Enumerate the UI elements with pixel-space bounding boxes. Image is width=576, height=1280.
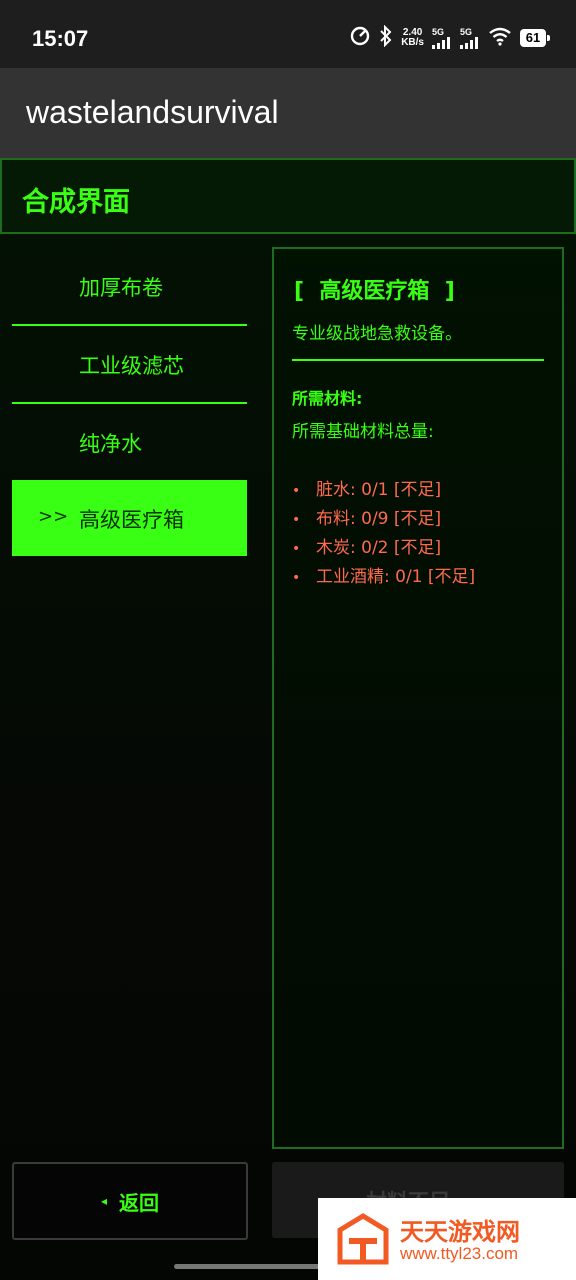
app-title: wastelandsurvival — [26, 94, 279, 130]
recipe-item-label: 纯净水 — [79, 432, 142, 456]
back-arrow-icon: ◂ — [100, 1194, 108, 1208]
recipe-item-industrial-filter[interactable]: 工业级滤芯 — [12, 326, 247, 402]
recipe-item-thick-cloth-roll[interactable]: 加厚布卷 — [12, 248, 247, 324]
bullet-icon: • — [292, 512, 301, 528]
app-bar: wastelandsurvival — [0, 68, 576, 158]
recipe-item-marker: >> — [38, 506, 69, 527]
watermark-title: 天天游戏网 — [400, 1218, 520, 1246]
bullet-icon: • — [292, 541, 301, 557]
material-text: 工业酒精: 0/1 [不足] — [316, 567, 476, 587]
bullet-icon: • — [292, 483, 301, 499]
detail-divider — [292, 359, 544, 361]
back-button-label: 返回 — [119, 1190, 160, 1215]
back-button-content: ◂ 返回 — [14, 1164, 246, 1238]
network-speed: 2.40 KB/s — [401, 28, 424, 48]
cell-signal-2-label: 5G — [460, 26, 473, 37]
recipe-item-label: 高级医疗箱 — [79, 508, 184, 532]
recipe-detail-title: [ 高级医疗箱 ] — [294, 279, 455, 304]
material-item: • 脏水: 0/1 [不足] — [292, 475, 475, 504]
material-text: 布料: 0/9 [不足] — [316, 509, 442, 529]
recipe-detail-description: 专业级战地急救设备。 — [292, 324, 462, 344]
data-saver-icon — [349, 25, 371, 51]
watermark-url: www.ttyl23.com — [400, 1244, 519, 1263]
wifi-icon — [488, 26, 512, 50]
cell-signal-1-icon — [432, 36, 450, 49]
recipe-detail-panel: [ 高级医疗箱 ] 专业级战地急救设备。 所需材料: 所需基础材料总量: • 脏水… — [272, 247, 564, 1149]
network-speed-unit: KB/s — [401, 37, 424, 48]
status-icons: 2.40 KB/s 5G 5G 61 — [349, 24, 550, 52]
cell-signal-1: 5G — [432, 26, 452, 49]
cell-signal-2-icon — [460, 36, 478, 49]
recipe-item-pure-water[interactable]: 纯净水 — [12, 404, 247, 480]
requirements-title: 所需材料: — [292, 389, 363, 408]
watermark: 天天游戏网 www.ttyl23.com — [318, 1198, 576, 1280]
material-text: 木炭: 0/2 [不足] — [316, 538, 442, 558]
crafting-screen: 合成界面 加厚布卷 工业级滤芯 纯净水 >> 高级医疗箱 [ 高级医疗箱 ] 专… — [0, 158, 576, 1280]
material-item: • 布料: 0/9 [不足] — [292, 504, 475, 533]
back-button[interactable]: ◂ 返回 — [12, 1162, 248, 1240]
page-title: 合成界面 — [22, 187, 130, 218]
recipe-item-advanced-medkit[interactable]: >> 高级医疗箱 — [12, 480, 247, 556]
cell-signal-2: 5G — [460, 26, 480, 49]
status-bar: 15:07 2.40 KB/s 5G 5G 61 — [0, 0, 576, 68]
status-time: 15:07 — [32, 26, 89, 51]
bullet-icon: • — [292, 570, 301, 586]
materials-list: • 脏水: 0/1 [不足] • 布料: 0/9 [不足] • 木炭: 0/2 [不足… — [292, 475, 475, 591]
requirements-subtitle: 所需基础材料总量: — [292, 422, 434, 442]
crafting-header: 合成界面 — [0, 158, 576, 234]
material-text: 脏水: 0/1 [不足] — [316, 480, 442, 500]
recipe-item-label: 工业级滤芯 — [79, 354, 184, 378]
watermark-logo-icon — [337, 1213, 389, 1265]
cell-signal-1-label: 5G — [432, 26, 445, 37]
recipe-list: 加厚布卷 工业级滤芯 纯净水 >> 高级医疗箱 — [12, 248, 247, 556]
battery-icon: 61 — [520, 29, 550, 47]
bluetooth-icon — [379, 24, 393, 51]
material-item: • 工业酒精: 0/1 [不足] — [292, 562, 475, 591]
recipe-item-label: 加厚布卷 — [79, 276, 163, 300]
material-item: • 木炭: 0/2 [不足] — [292, 533, 475, 562]
